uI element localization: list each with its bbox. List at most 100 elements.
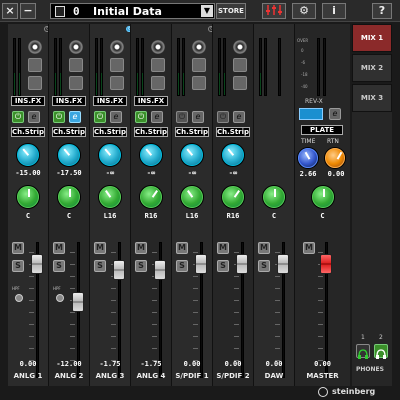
input-jack-icon[interactable] [233, 40, 247, 54]
pan-knob[interactable] [140, 186, 162, 208]
fader-tick [275, 276, 280, 277]
pan-knob[interactable] [263, 186, 285, 208]
edit-icon[interactable]: e [151, 111, 163, 123]
mixer-icon[interactable] [262, 3, 286, 19]
pan-knob[interactable] [222, 186, 244, 208]
hpf-icon[interactable] [110, 76, 124, 90]
solo-button[interactable]: S [53, 260, 65, 272]
help-button[interactable]: ? [372, 3, 392, 19]
store-button[interactable]: STORE [216, 3, 246, 19]
solo-button[interactable]: S [176, 260, 188, 272]
solo-button[interactable]: S [258, 260, 270, 272]
tab-mix-3[interactable]: MIX 3 [352, 84, 392, 112]
phase-icon[interactable] [192, 58, 206, 72]
mute-button[interactable]: M [135, 242, 147, 254]
reverb-send-knob[interactable] [222, 144, 244, 166]
phase-icon[interactable] [151, 58, 165, 72]
ch-strip-label[interactable]: Ch.Strip [216, 127, 250, 137]
mute-button[interactable]: M [217, 242, 229, 254]
ch-strip-label[interactable]: Ch.Strip [93, 127, 127, 137]
phantom-power-icon[interactable] [28, 40, 42, 54]
edit-icon[interactable]: e [110, 111, 122, 123]
solo-button[interactable]: S [94, 260, 106, 272]
reverb-time-knob[interactable] [298, 148, 318, 168]
gear-icon[interactable]: ⚙ [292, 3, 316, 19]
pan-knob[interactable] [17, 186, 39, 208]
phase-icon[interactable] [28, 58, 42, 72]
phase-icon[interactable] [69, 58, 83, 72]
fader-handle[interactable] [154, 260, 166, 280]
ch-strip-label[interactable]: Ch.Strip [11, 127, 45, 137]
minimize-button[interactable]: − [20, 3, 36, 19]
phase-icon[interactable] [110, 58, 124, 72]
solo-button[interactable]: S [135, 260, 147, 272]
hpf-icon[interactable] [69, 76, 83, 90]
reverb-send-knob[interactable] [181, 144, 203, 166]
input-jack-icon[interactable] [151, 40, 165, 54]
ch-strip-label[interactable]: Ch.Strip [134, 127, 168, 137]
ins-fx-label[interactable]: INS.FX [134, 96, 168, 106]
power-icon[interactable]: ⏻ [135, 111, 147, 123]
tab-mix-1[interactable]: MIX 1 [352, 24, 392, 52]
mute-button[interactable]: M [94, 242, 106, 254]
power-icon[interactable]: ⏻ [94, 111, 106, 123]
reverb-type[interactable]: PLATE [301, 125, 343, 135]
reverb-send-knob[interactable] [99, 144, 121, 166]
phones-1-button[interactable] [356, 344, 370, 359]
tab-mix-2[interactable]: MIX 2 [352, 54, 392, 82]
input-jack-icon[interactable] [192, 40, 206, 54]
mute-button[interactable]: M [176, 242, 188, 254]
phantom-power-icon[interactable] [69, 40, 83, 54]
pan-knob[interactable] [181, 186, 203, 208]
mute-button[interactable]: M [53, 242, 65, 254]
phones-2-button[interactable] [374, 344, 388, 359]
fader-handle[interactable] [195, 254, 207, 274]
pan-knob[interactable] [99, 186, 121, 208]
scene-selector[interactable]: 0 Initial Data ▼ [50, 3, 215, 19]
reverb-send-knob[interactable] [58, 144, 80, 166]
input-jack-icon[interactable] [110, 40, 124, 54]
hpf-icon[interactable] [192, 76, 206, 90]
hpf-icon[interactable] [233, 76, 247, 90]
file-icon[interactable] [55, 6, 65, 17]
edit-icon[interactable]: e [329, 108, 341, 120]
fader-handle[interactable] [236, 254, 248, 274]
ins-fx-label[interactable]: INS.FX [93, 96, 127, 106]
hpf-icon[interactable] [151, 76, 165, 90]
mute-button[interactable]: M [303, 242, 315, 254]
edit-icon[interactable]: e [69, 111, 81, 123]
hpf-knob[interactable] [15, 294, 23, 302]
power-icon[interactable]: ⏻ [53, 111, 65, 123]
pan-knob[interactable] [58, 186, 80, 208]
reverb-screen[interactable] [299, 108, 323, 120]
pan-knob[interactable] [311, 186, 334, 208]
reverb-send-knob[interactable] [140, 144, 162, 166]
fader-handle[interactable] [113, 260, 125, 280]
fader-handle[interactable] [277, 254, 289, 274]
power-icon[interactable]: ⏻ [176, 111, 188, 123]
fader-handle[interactable] [72, 292, 84, 312]
reverb-send-knob[interactable] [17, 144, 39, 166]
solo-button[interactable]: S [12, 260, 24, 272]
edit-icon[interactable]: e [28, 111, 40, 123]
edit-icon[interactable]: e [233, 111, 245, 123]
mute-button[interactable]: M [12, 242, 24, 254]
close-button[interactable]: × [2, 3, 18, 19]
ch-strip-label[interactable]: Ch.Strip [175, 127, 209, 137]
mute-button[interactable]: M [258, 242, 270, 254]
fader-handle[interactable] [31, 254, 43, 274]
fader-handle[interactable] [320, 254, 332, 274]
info-button[interactable]: i [322, 3, 346, 19]
ins-fx-label[interactable]: INS.FX [52, 96, 86, 106]
hpf-icon[interactable] [28, 76, 42, 90]
ch-strip-label[interactable]: Ch.Strip [52, 127, 86, 137]
hpf-knob[interactable] [56, 294, 64, 302]
power-icon[interactable]: ⏻ [217, 111, 229, 123]
reverb-return-knob[interactable] [325, 148, 345, 168]
ins-fx-label[interactable]: INS.FX [11, 96, 45, 106]
edit-icon[interactable]: e [192, 111, 204, 123]
power-icon[interactable]: ⏻ [12, 111, 24, 123]
solo-button[interactable]: S [217, 260, 229, 272]
phase-icon[interactable] [233, 58, 247, 72]
chevron-down-icon[interactable]: ▼ [201, 5, 213, 17]
